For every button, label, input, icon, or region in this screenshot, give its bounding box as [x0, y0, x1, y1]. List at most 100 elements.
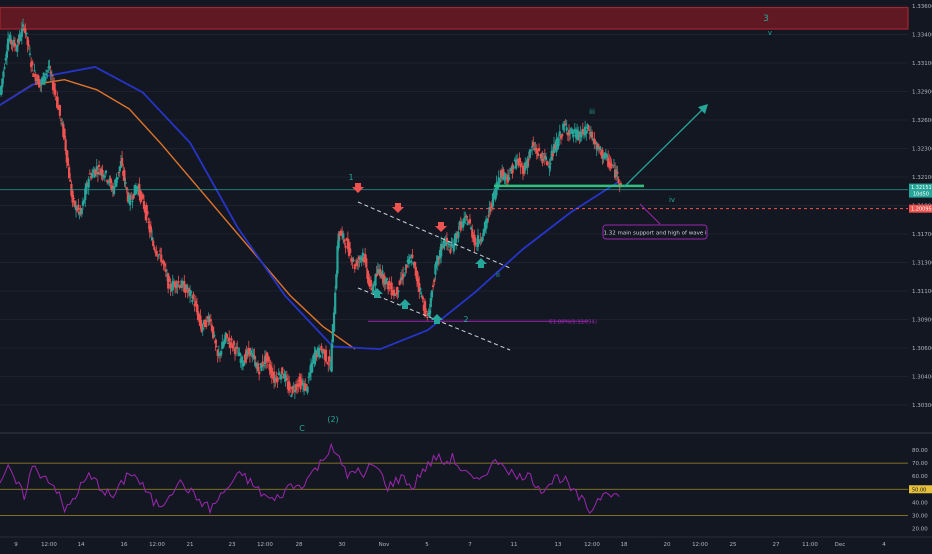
wave-label-ii: ii — [496, 271, 500, 279]
candle-body — [116, 176, 119, 180]
price-tick-label: 1.33600 — [912, 4, 932, 10]
time-tick-label: 20 — [664, 542, 671, 548]
candle-body — [557, 139, 560, 146]
candle-body — [457, 231, 460, 238]
price-tick-label: 1.32100 — [912, 175, 932, 181]
candle-body — [155, 250, 158, 256]
candle-body — [561, 134, 564, 137]
candle-body — [24, 28, 27, 33]
candle-body — [512, 166, 515, 169]
time-tick-label: 18 — [621, 542, 628, 548]
candle-body — [520, 163, 523, 165]
candle-body — [91, 173, 94, 178]
candle-body — [215, 346, 218, 348]
price-tick-label: 1.30900 — [912, 318, 932, 324]
time-tick-label: 21 — [187, 542, 194, 548]
candle-body — [54, 89, 57, 95]
price-tick-label: 1.33400 — [912, 33, 932, 39]
candle-body — [32, 73, 35, 77]
candle-body — [419, 288, 422, 291]
candle-body — [410, 260, 413, 264]
time-tick-label: Nov — [379, 542, 390, 548]
chart-canvas[interactable]: 61.80%(1.11094) 3 v 1 2 C (2) ii iii iv — [0, 0, 932, 550]
candle-body — [332, 312, 336, 332]
candle-body — [13, 43, 17, 47]
time-tick-label: 16 — [121, 542, 128, 548]
candle-body — [430, 290, 434, 298]
trading-chart[interactable]: 61.80%(1.11094) 3 v 1 2 C (2) ii iii iv — [0, 0, 932, 550]
time-tick-label: 9 — [14, 542, 18, 548]
candle-body — [2, 71, 5, 78]
time-tick-label: 11 — [511, 542, 518, 548]
candle-body — [508, 177, 511, 180]
time-tick-label: 13 — [555, 542, 562, 548]
candle-body — [190, 291, 193, 293]
rsi-tick-label: 60.00 — [912, 474, 928, 480]
candle-body — [342, 233, 345, 239]
candle-body — [343, 239, 346, 243]
candle-body — [352, 259, 355, 261]
candle-body — [72, 197, 75, 200]
candle-body — [146, 211, 149, 215]
candle-body — [213, 334, 216, 337]
candle-body — [124, 182, 127, 184]
candle-body — [565, 127, 568, 131]
wave-label-1: 1 — [348, 173, 353, 182]
candle-body — [205, 320, 208, 328]
candle-body — [580, 136, 583, 138]
candle-body — [276, 377, 279, 382]
time-tick-label: 14 — [78, 542, 85, 548]
candle-body — [31, 61, 34, 66]
red-level-text: 1.20095 — [911, 207, 932, 213]
time-tick-label: 12:00 — [41, 542, 57, 548]
wave-label-c: C — [299, 424, 305, 433]
price-axis[interactable]: 1.33600 1.33400 1.33100 1.32900 1.32600 1.323… — [909, 4, 932, 409]
candle-body — [28, 53, 32, 55]
price-tick-label: 1.31300 — [912, 261, 932, 267]
wave-label-iii: iii — [589, 108, 595, 116]
current-price-subtext: 10d50 — [913, 192, 929, 198]
candle-body — [397, 290, 400, 292]
candle-body — [289, 386, 292, 390]
time-tick-label: 23 — [229, 542, 236, 548]
candle-body — [87, 178, 90, 188]
wave-label-iv: iv — [669, 196, 675, 204]
time-tick-label: 7 — [468, 542, 472, 548]
support-callout[interactable]: 1.32 main support and high of wave i — [602, 224, 708, 240]
candle-body — [324, 349, 328, 362]
candle-body — [220, 350, 223, 356]
candle-body — [319, 354, 322, 358]
price-tick-label: 1.31100 — [912, 289, 932, 295]
time-tick-label: 28 — [296, 542, 303, 548]
price-tick-label: 1.30400 — [912, 375, 932, 381]
candle-body — [225, 333, 229, 338]
candle-body — [33, 70, 36, 72]
resistance-zone[interactable] — [0, 7, 909, 30]
rsi-tick-label: 20.00 — [912, 526, 928, 532]
candle-body — [281, 367, 284, 375]
candle-body — [468, 218, 472, 224]
candle-body — [349, 248, 352, 254]
time-tick-label: 11:00 — [802, 542, 818, 548]
candle-body — [361, 252, 364, 257]
rsi-tick-label: 70.00 — [912, 461, 928, 467]
time-tick-label: 12:00 — [149, 542, 165, 548]
candle-body — [131, 200, 134, 202]
price-tick-label: 1.32900 — [912, 90, 932, 96]
rsi-current-text: 50.00 — [912, 487, 926, 493]
price-tick-label: 1.30600 — [912, 346, 932, 352]
candle-body — [258, 371, 261, 375]
candle-body — [103, 176, 106, 178]
candle-body — [344, 246, 347, 248]
time-tick-label: 12:00 — [692, 542, 708, 548]
candle-body — [228, 337, 231, 342]
candle-body — [104, 170, 108, 173]
candle-body — [551, 153, 554, 157]
candle-body — [527, 159, 530, 161]
price-tick-label: 1.32300 — [912, 147, 932, 153]
rsi-tick-label: 80.00 — [912, 448, 928, 454]
candle-body — [192, 293, 195, 299]
time-tick-label: 25 — [730, 542, 737, 548]
candle-body — [27, 44, 30, 47]
callout-text: 1.32 main support and high of wave i — [603, 231, 706, 237]
